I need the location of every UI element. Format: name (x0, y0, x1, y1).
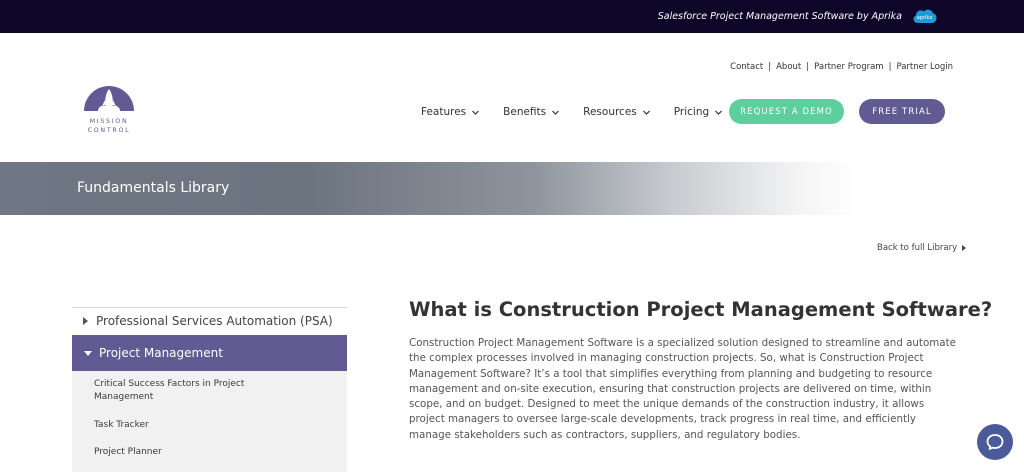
topbar-tagline: Salesforce Project Management Software b… (657, 11, 902, 22)
logo-line-2: CONTROL (88, 127, 131, 134)
logo-line-1: MISSION (90, 118, 129, 125)
nav-benefits-label: Benefits (503, 106, 547, 118)
banner-title: Fundamentals Library (77, 180, 230, 196)
aprika-logo-icon[interactable]: aprika (911, 6, 938, 26)
sidebar-item-psa[interactable]: Professional Services Automation (PSA) (72, 308, 347, 334)
mission-control-logo[interactable]: MISSION CONTROL (78, 78, 140, 140)
link-separator: | (768, 62, 772, 72)
article-title: What is Construction Project Management … (409, 298, 993, 321)
nav-pricing-label: Pricing (673, 106, 710, 118)
chat-button[interactable] (977, 424, 1013, 460)
caret-down-icon (84, 350, 92, 356)
partner-login-link[interactable]: Partner Login (896, 62, 953, 72)
nav-resources[interactable]: Resources (583, 106, 651, 118)
about-link[interactable]: About (776, 62, 801, 72)
chevron-down-icon (715, 110, 723, 115)
free-trial-button[interactable]: FREE TRIAL (859, 99, 945, 124)
chevron-down-icon (642, 110, 650, 115)
nav-features-label: Features (421, 106, 467, 118)
sidebar-item-project-management-label: Project Management (99, 346, 223, 360)
sidebar-item-psa-label: Professional Services Automation (PSA) (96, 314, 333, 328)
partner-program-link[interactable]: Partner Program (814, 62, 883, 72)
contact-link[interactable]: Contact (730, 62, 763, 72)
chevron-down-icon (472, 110, 480, 115)
chevron-down-icon (552, 110, 560, 115)
top-bar: Salesforce Project Management Software b… (0, 0, 1024, 33)
sidebar-subitem-project-planner[interactable]: Project Planner (94, 446, 162, 459)
nav-features[interactable]: Features (421, 106, 480, 118)
utility-links: Contact | About | Partner Program | Part… (730, 62, 953, 72)
main-nav: Features Benefits Resources Pricing (421, 106, 746, 118)
sidebar-subitem-task-tracker[interactable]: Task Tracker (94, 419, 149, 432)
caret-right-icon (962, 245, 967, 251)
aprika-badge-label: aprika (917, 15, 933, 21)
sidebar-subitem-critical-success-factors[interactable]: Critical Success Factors in Project Mana… (94, 378, 254, 404)
back-link-label: Back to full Library (877, 243, 958, 253)
caret-right-icon (83, 317, 88, 325)
request-demo-button[interactable]: REQUEST A DEMO (729, 99, 844, 124)
back-to-library-link[interactable]: Back to full Library (877, 243, 967, 253)
sidebar-submenu: Critical Success Factors in Project Mana… (72, 371, 347, 472)
nav-resources-label: Resources (583, 106, 637, 118)
nav-pricing[interactable]: Pricing (674, 106, 723, 118)
sidebar-item-project-management[interactable]: Project Management (72, 335, 347, 371)
library-sidebar: Professional Services Automation (PSA) P… (72, 307, 347, 472)
chat-bubble-icon (986, 434, 1004, 450)
link-separator: | (806, 62, 810, 72)
link-separator: | (888, 62, 892, 72)
article-body: Construction Project Management Software… (409, 337, 956, 441)
nav-benefits[interactable]: Benefits (503, 106, 560, 118)
